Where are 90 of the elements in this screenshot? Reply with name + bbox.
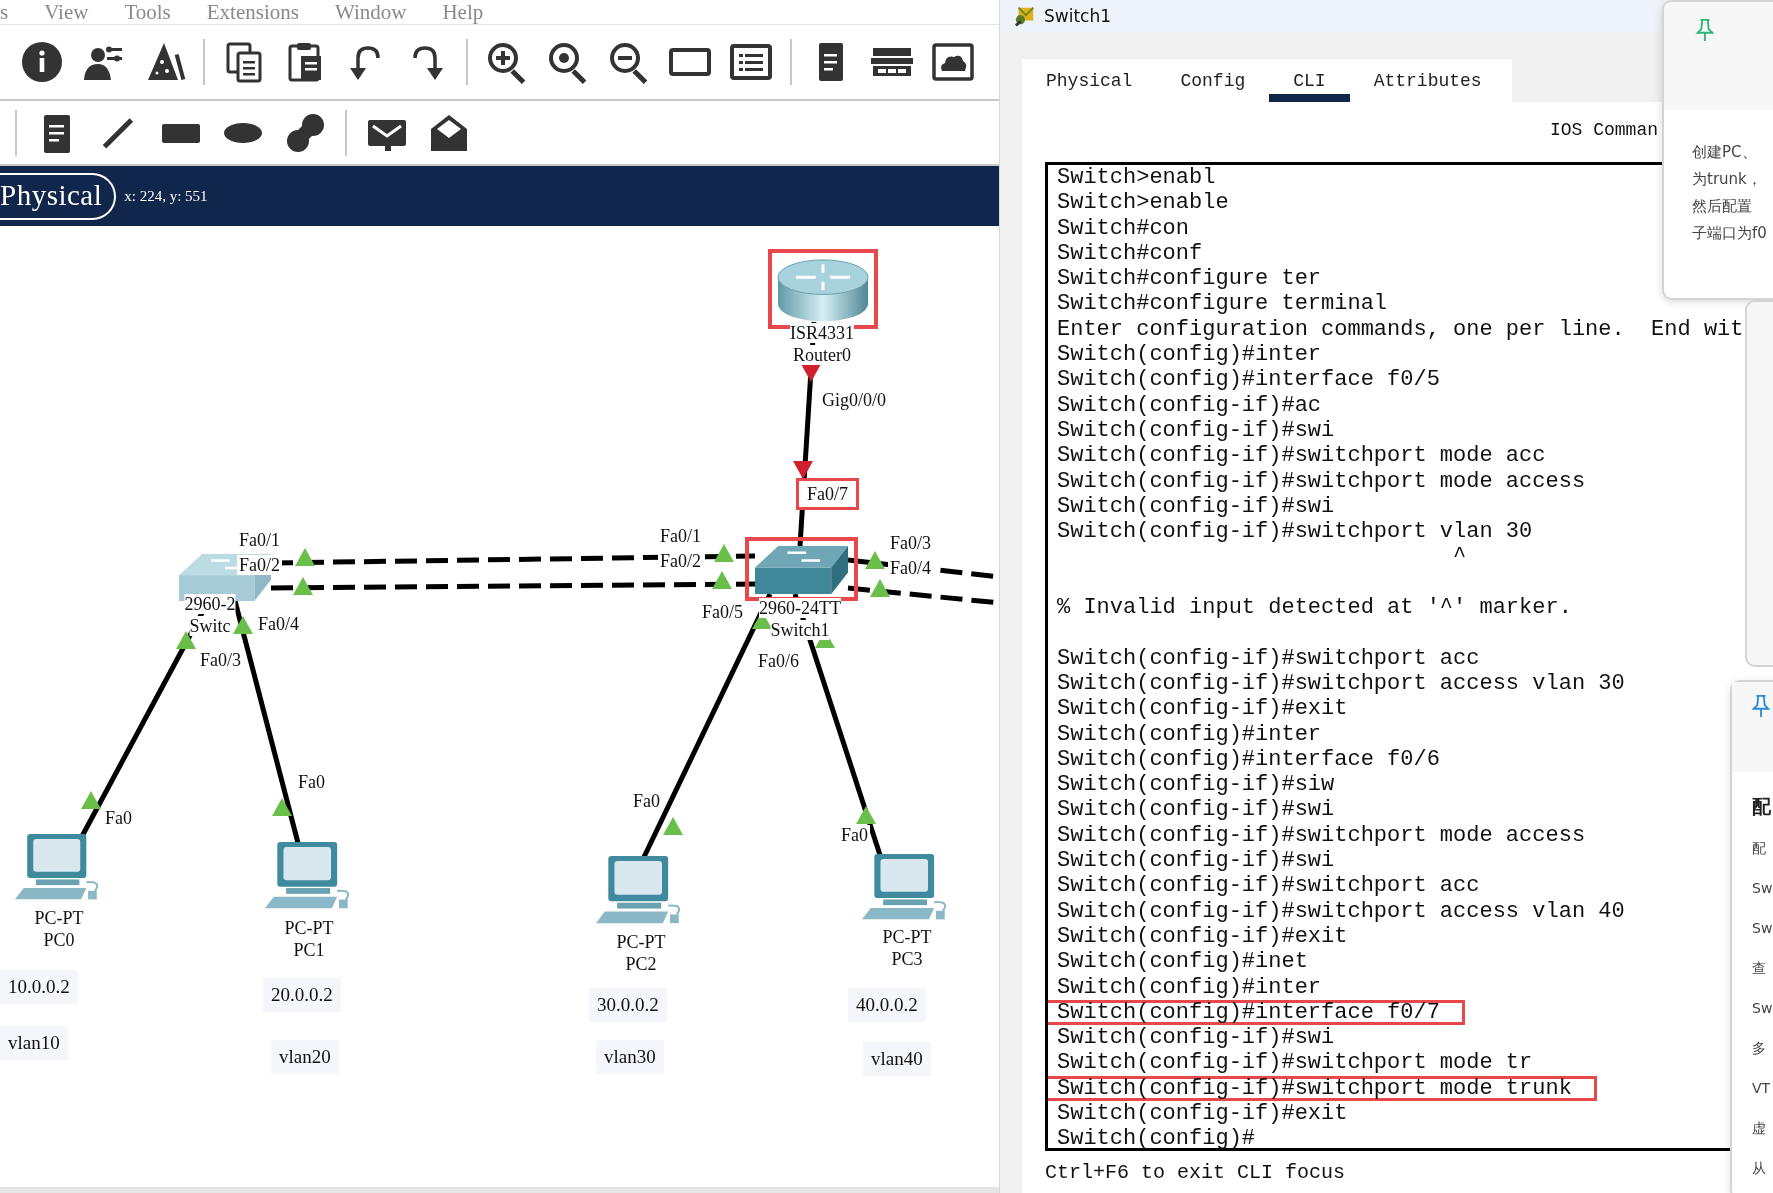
menu-item[interactable]: s: [0, 1, 9, 23]
note-label: vlan20: [271, 1040, 339, 1074]
cloud-window-icon[interactable]: [931, 40, 975, 84]
terminal-line: % Invalid input detected at '^' marker.: [1057, 595, 1572, 621]
terminal-line: Switch(config-if)#switchport mode acc: [1057, 443, 1546, 469]
info-icon[interactable]: [20, 40, 64, 84]
device-name-label: Switch1: [770, 620, 830, 640]
workspace-tab[interactable]: Physical: [0, 172, 117, 220]
terminal-line: Switch(config-if)#switchport acc: [1057, 645, 1480, 671]
side-panel-text: 配: [1752, 796, 1771, 816]
router-icon[interactable]: [777, 259, 869, 322]
terminal-line: Switch(config)#inter: [1057, 721, 1322, 747]
computer-icon[interactable]: [265, 842, 350, 909]
side-panel-text: Sw: [1752, 1000, 1773, 1016]
tab[interactable]: Physical: [1022, 59, 1157, 102]
note-label: 40.0.0.2: [848, 988, 926, 1022]
terminal-line: Enter configuration commands, one per line. End wit: [1057, 316, 1744, 343]
terminal-line: Switch>enabl: [1057, 165, 1216, 191]
tab[interactable]: Attributes: [1349, 59, 1506, 102]
note-text: 然后配置: [1692, 197, 1752, 215]
terminal-line: Switch(config)#interface f0/5: [1057, 367, 1440, 393]
side-panel-text: 配: [1752, 840, 1766, 856]
terminal-line: Switch(config-if)#switchport acc: [1057, 873, 1480, 899]
side-panel-text: 查: [1752, 960, 1766, 976]
cursor-coordinates: x: 224, y: 551: [124, 187, 208, 205]
menu-item[interactable]: Extensions: [206, 1, 299, 23]
terminal-line: Switch#conf: [1057, 240, 1203, 267]
terminal-line: Switch(config-if)#exit: [1057, 1101, 1348, 1127]
app-icon: [1014, 5, 1036, 27]
terminal-line: Switch(config)#inet: [1057, 949, 1308, 975]
side-panel-text: Sw: [1752, 920, 1773, 936]
note-label: 30.0.0.2: [589, 988, 667, 1022]
computer-icon[interactable]: [862, 854, 947, 920]
terminal-line: Switch(config-if)#swi: [1057, 493, 1335, 520]
terminal-line: ^: [1452, 544, 1467, 570]
terminal-line: Switch(config-if)#ac: [1057, 392, 1322, 418]
terminal-line: Switch(config-if)#switchport mode access: [1057, 822, 1586, 848]
terminal-line: Switch(config-if)#exit: [1057, 696, 1348, 722]
device-name-label: Switc: [189, 616, 231, 636]
computer-icon[interactable]: [15, 834, 99, 900]
note-label: 20.0.0.2: [263, 978, 341, 1012]
note-label: 10.0.0.2: [0, 970, 78, 1004]
side-panel-text: 从: [1752, 1160, 1766, 1176]
terminal-line: Switch(config-if)#swi: [1057, 797, 1335, 823]
terminal-line: Switch(config)#inter: [1057, 342, 1322, 368]
terminal-line: Switch(config-if)#swi: [1057, 1025, 1335, 1051]
computer-icon[interactable]: [596, 856, 681, 924]
device-model-label: 2960-24TT: [759, 598, 841, 618]
menu-item[interactable]: Window: [334, 1, 407, 23]
device-model-label: ISR4331: [790, 323, 854, 343]
terminal-line: Switch(config-if)#swi: [1057, 417, 1335, 444]
terminal-line: Switch(config-if)#exit: [1057, 923, 1348, 950]
terminal-line: Switch(config-if)#switchport mode access: [1057, 468, 1586, 494]
side-panel-text: 虚: [1752, 1120, 1766, 1136]
pin-icon[interactable]: [1750, 694, 1772, 718]
device-name-label: Router0: [793, 345, 851, 365]
side-panel-text: Sw: [1752, 880, 1773, 896]
terminal-line: Switch#configure terminal: [1057, 291, 1388, 317]
tab[interactable]: Config: [1156, 59, 1270, 102]
terminal-line: Switch#configure ter: [1057, 266, 1322, 292]
note-label: vlan40: [863, 1042, 931, 1076]
terminal-line: Switch(config)#interface f0/6: [1057, 746, 1440, 773]
device-model-label: 2960-2: [184, 594, 236, 614]
side-panel-text: 多: [1752, 1040, 1766, 1056]
terminal-line: Switch(config-if)#swi: [1057, 848, 1335, 874]
menu-item[interactable]: Help: [442, 1, 484, 23]
terminal-line: Switch(config-if)#switchport mode tr: [1057, 1050, 1533, 1076]
window-title: Switch1: [1044, 6, 1112, 26]
section-heading: IOS Comman: [1550, 120, 1659, 142]
switch-icon[interactable]: [755, 546, 848, 594]
terminal-line: Switch(config-if)#switchport access vlan 40: [1057, 898, 1625, 924]
terminal-line: Switch(config)#: [1057, 1126, 1256, 1148]
note-text: 创建PC、: [1692, 143, 1757, 161]
terminal-line: Switch#con: [1057, 215, 1190, 241]
side-panel-text: VT: [1752, 1080, 1771, 1096]
port-label: Gig0/0/0: [820, 390, 888, 410]
terminal-line: Switch(config-if)#switchport vlan 30: [1057, 519, 1533, 545]
note-text: 子端口为f0: [1692, 224, 1767, 242]
port-label: Fa0/7: [796, 478, 859, 510]
hint-text: Ctrl+F6 to exit CLI focus: [1045, 1161, 1346, 1184]
terminal-line: Switch>enable: [1057, 190, 1229, 216]
note-label: vlan10: [0, 1026, 68, 1060]
menu-item[interactable]: View: [44, 1, 89, 23]
terminal-line: Switch(config)#inter: [1057, 974, 1322, 1000]
terminal-line: Switch(config-if)#switchport access vlan 30: [1057, 670, 1625, 697]
note-text: 为trunk，: [1692, 170, 1762, 188]
terminal-line: Switch(config-if)#siw: [1057, 772, 1335, 798]
note-label: vlan30: [596, 1040, 664, 1074]
menu-item[interactable]: Tools: [124, 1, 171, 23]
port-label: Fa0/2: [237, 555, 282, 575]
